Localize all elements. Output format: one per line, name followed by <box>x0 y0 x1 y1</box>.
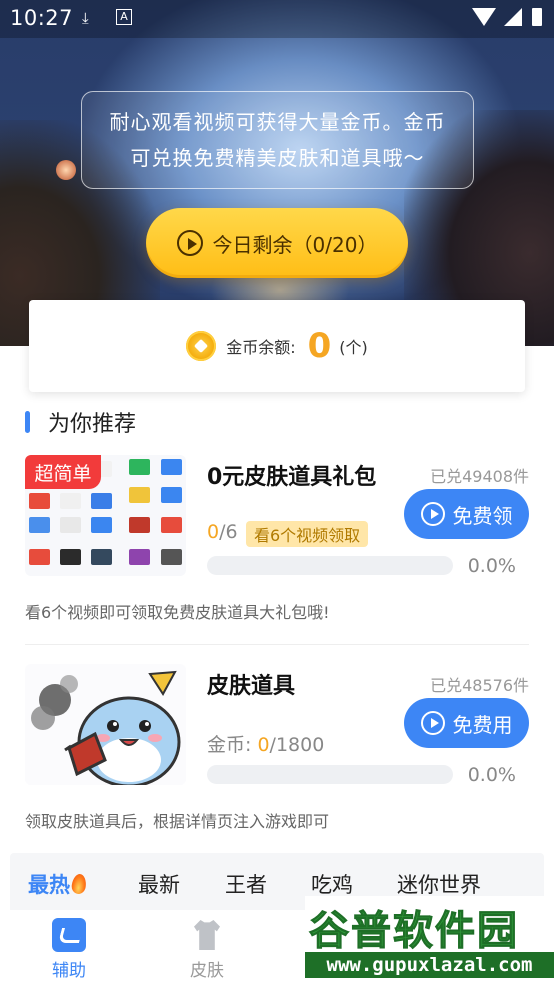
balance-unit: (个) <box>339 338 368 357</box>
progress-bar <box>207 556 453 575</box>
hero-orb <box>56 160 76 180</box>
coin-balance-card: 金币余额: 0 (个) <box>29 300 525 392</box>
coin-cost-total: /1800 <box>269 734 325 756</box>
play-icon <box>176 230 203 256</box>
progress-bar <box>207 765 453 784</box>
exchanged-count: 已兑49408件 <box>430 467 529 486</box>
hero-banner: 10:27 ⤓ A 耐心观看视频可获得大量金币。金币可兑换免费精美皮肤和道具哦～… <box>0 0 554 346</box>
exchanged-count: 已兑48576件 <box>430 676 529 695</box>
progress-percent: 0.0% <box>467 555 516 577</box>
coin-cost-label: 金币: <box>207 734 258 756</box>
section-title: 为你推荐 <box>48 412 137 437</box>
claim-free-label: 免费领 <box>452 503 513 528</box>
nav-assist[interactable]: 辅助 <box>29 918 109 981</box>
watermark-url: www.gupuxlazal.com <box>305 952 554 978</box>
nav-assist-label: 辅助 <box>52 961 86 981</box>
battery-icon <box>532 8 542 26</box>
mascot-illustration <box>25 664 186 785</box>
status-icons <box>466 8 542 30</box>
section-accent-bar <box>25 411 30 433</box>
product-card-gift-pack[interactable]: 超简单 0元皮肤道具礼包 已兑49408件 免费领 0/6 看6个视频领取 0.… <box>0 455 554 645</box>
nav-skin[interactable]: 皮肤 <box>167 918 247 981</box>
product-description: 领取皮肤道具后，根据详情页注入游戏即可 <box>25 812 330 831</box>
product-title: 皮肤道具 <box>207 674 296 699</box>
progress-total: /6 <box>219 521 238 543</box>
watermark-title: 谷普软件园 <box>309 908 519 955</box>
product-title: 0元皮肤道具礼包 <box>207 465 377 490</box>
tab-pubg[interactable]: 吃鸡 <box>311 869 353 899</box>
coin-icon <box>186 331 217 361</box>
play-icon <box>420 502 445 526</box>
coin-cost: 金币: 0/1800 <box>207 730 324 757</box>
product-card-skin-item[interactable]: 皮肤道具 已兑48576件 免费用 金币: 0/1800 0.0% 领取皮肤道具… <box>0 664 554 839</box>
balance-label: 金币余额: <box>226 338 296 357</box>
download-icon: ⤓ <box>82 9 89 27</box>
product-description: 看6个视频即可领取免费皮肤道具大礼包哦! <box>25 603 330 622</box>
hero-notice: 耐心观看视频可获得大量金币。金币可兑换免费精美皮肤和道具哦～ <box>81 91 474 189</box>
play-icon <box>420 711 445 735</box>
notification-icon: A <box>116 9 132 25</box>
remaining-views-label: 今日剩余（0/20） <box>212 232 378 257</box>
gift-pack-thumbnail: 超简单 <box>25 455 186 576</box>
badge-super-easy: 超简单 <box>25 455 101 489</box>
progress-percent: 0.0% <box>467 764 516 786</box>
shirt-icon <box>190 918 224 952</box>
claim-free-button[interactable]: 免费领 <box>404 489 529 539</box>
tab-mini-world[interactable]: 迷你世界 <box>397 869 481 899</box>
tab-hottest[interactable]: 最热 <box>28 869 88 899</box>
tab-honor-of-kings[interactable]: 王者 <box>225 869 267 899</box>
tab-newest[interactable]: 最新 <box>138 869 180 899</box>
watch-video-tag: 看6个视频领取 <box>246 521 369 547</box>
signal-icon <box>504 8 522 26</box>
skin-item-thumbnail <box>25 664 186 785</box>
progress-current: 0 <box>207 521 220 543</box>
status-time: 10:27 <box>10 6 74 30</box>
remaining-views-button[interactable]: 今日剩余（0/20） <box>146 208 408 278</box>
use-free-button[interactable]: 免费用 <box>404 698 529 748</box>
balance-value: 0 <box>307 326 332 366</box>
flame-icon <box>70 873 88 895</box>
use-free-label: 免费用 <box>452 712 513 737</box>
assist-icon <box>52 918 86 952</box>
section-header: 为你推荐 <box>25 404 136 440</box>
coin-cost-current: 0 <box>257 734 270 756</box>
nav-skin-label: 皮肤 <box>190 961 224 981</box>
progress-count: 0/6 <box>207 521 238 543</box>
wifi-icon <box>472 8 496 26</box>
tab-hottest-label: 最热 <box>28 873 70 897</box>
divider <box>25 644 529 645</box>
watermark: 谷普软件园 www.gupuxlazal.com <box>305 896 554 984</box>
status-bar: 10:27 ⤓ A <box>0 0 554 38</box>
